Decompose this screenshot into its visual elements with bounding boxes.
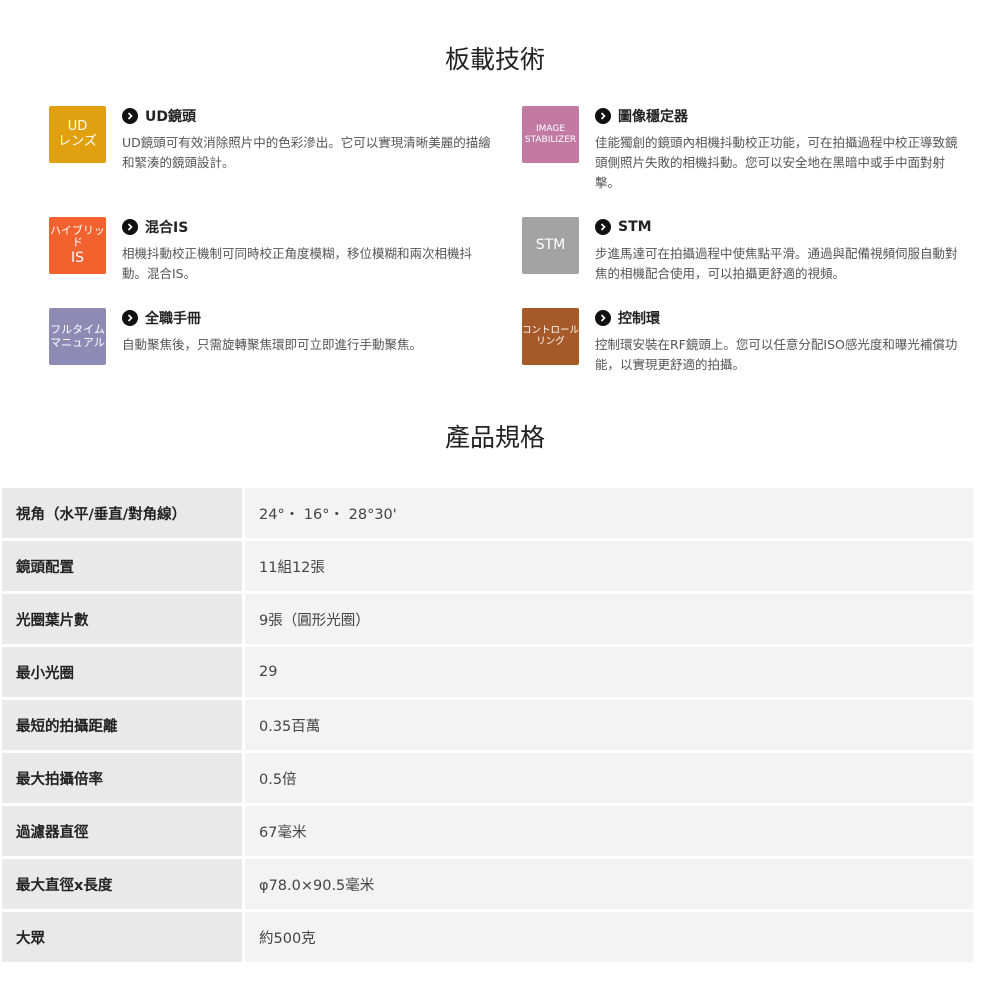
ud-lens-badge: UD レンズ: [49, 106, 106, 163]
table-row: 視角（水平/垂直/對角線） 24°・ 16°・ 28°30': [2, 488, 973, 541]
feature-title: 控制環: [618, 311, 660, 327]
spec-label: 鏡頭配置: [2, 539, 245, 594]
badge-line: フルタイム: [50, 322, 105, 336]
table-row: 鏡頭配置 11組12張: [2, 539, 973, 594]
table-row: 最小光圈 29: [2, 645, 973, 700]
chevron-right-circle-icon: [595, 219, 611, 235]
spec-label: 最大直徑x長度: [2, 857, 245, 912]
spec-value: 0.35百萬: [243, 698, 973, 753]
table-row: 最大直徑x長度 φ78.0×90.5毫米: [2, 857, 973, 912]
badge-line: マニュアル: [50, 335, 105, 349]
table-row: 最短的拍攝距離 0.35百萬: [2, 698, 973, 753]
spec-value: φ78.0×90.5毫米: [243, 857, 973, 912]
tech-section-title: 板載技術: [444, 45, 545, 74]
feature-description: 控制環安裝在RF鏡頭上。您可以任意分配ISO感光度和曝光補償功能，以實現更舒適的…: [595, 337, 958, 372]
feature-description: UD鏡頭可有效消除照片中的色彩滲出。它可以實現清晰美麗的描繪和緊湊的鏡頭設計。: [122, 135, 491, 170]
feature-description: 相機抖動校正機制可同時校正角度模糊，移位模糊和兩次相機抖動。混合IS。: [122, 246, 473, 281]
feature-title: STM: [618, 219, 652, 235]
badge-line: リング: [536, 335, 565, 347]
spec-label: 最大拍攝倍率: [2, 751, 245, 806]
image-stabilizer-badge: IMAGE STABILIZER: [522, 106, 579, 163]
spec-label: 視角（水平/垂直/對角線）: [2, 488, 245, 541]
feature-description: 佳能獨創的鏡頭內相機抖動校正功能，可在拍攝過程中校正導致鏡頭側照片失敗的相機抖動…: [595, 135, 958, 190]
table-row: 大眾 約500克: [2, 910, 973, 965]
hybrid-is-badge: ハイブリッド IS: [49, 217, 106, 274]
spec-label: 光圈葉片數: [2, 592, 245, 647]
stm-badge: STM: [522, 217, 579, 274]
spec-value: 約500克: [243, 910, 973, 965]
spec-value: 24°・ 16°・ 28°30': [243, 488, 973, 541]
table-row: 過濾器直徑 67毫米: [2, 804, 973, 859]
spec-table: 視角（水平/垂直/對角線） 24°・ 16°・ 28°30' 鏡頭配置 11組1…: [2, 488, 973, 965]
spec-label: 大眾: [2, 910, 245, 965]
badge-line: UD: [67, 118, 88, 134]
spec-value: 67毫米: [243, 804, 973, 859]
badge-line: ハイブリッド: [50, 223, 105, 250]
feature-title: 混合IS: [145, 220, 189, 236]
feature-title: 圖像穩定器: [618, 109, 688, 125]
table-row: 光圈葉片數 9張（圓形光圈）: [2, 592, 973, 647]
badge-line: レンズ: [58, 133, 97, 149]
badge-line: STM: [535, 237, 566, 254]
spec-value: 0.5倍: [243, 751, 973, 806]
badge-line: IMAGE: [535, 124, 566, 135]
table-row: 最大拍攝倍率 0.5倍: [2, 751, 973, 806]
badge-line: IS: [70, 250, 84, 267]
spec-value: 11組12張: [243, 539, 973, 594]
spec-label: 過濾器直徑: [2, 804, 245, 859]
feature-title: 全職手冊: [145, 311, 201, 327]
spec-section-title: 產品規格: [444, 423, 545, 452]
chevron-right-circle-icon: [122, 219, 138, 235]
chevron-right-circle-icon: [122, 310, 138, 326]
feature-title: UD鏡頭: [145, 109, 196, 125]
feature-description: 步進馬達可在拍攝過程中使焦點平滑。通過與配備視頻伺服自動對焦的相機配合使用，可以…: [595, 246, 958, 281]
feature-description: 自動聚焦後，只需旋轉聚焦環即可立即進行手動聚焦。: [122, 337, 423, 352]
badge-line: コントロール: [522, 324, 580, 336]
spec-label: 最小光圈: [2, 645, 245, 700]
full-time-manual-badge: フルタイム マニュアル: [49, 308, 106, 365]
spec-label: 最短的拍攝距離: [2, 698, 245, 753]
spec-value: 29: [243, 645, 973, 700]
control-ring-badge: コントロール リング: [522, 308, 579, 365]
chevron-right-circle-icon: [595, 108, 611, 124]
chevron-right-circle-icon: [122, 108, 138, 124]
spec-value: 9張（圓形光圈）: [243, 592, 973, 647]
chevron-right-circle-icon: [595, 310, 611, 326]
badge-line: STABILIZER: [524, 134, 577, 145]
